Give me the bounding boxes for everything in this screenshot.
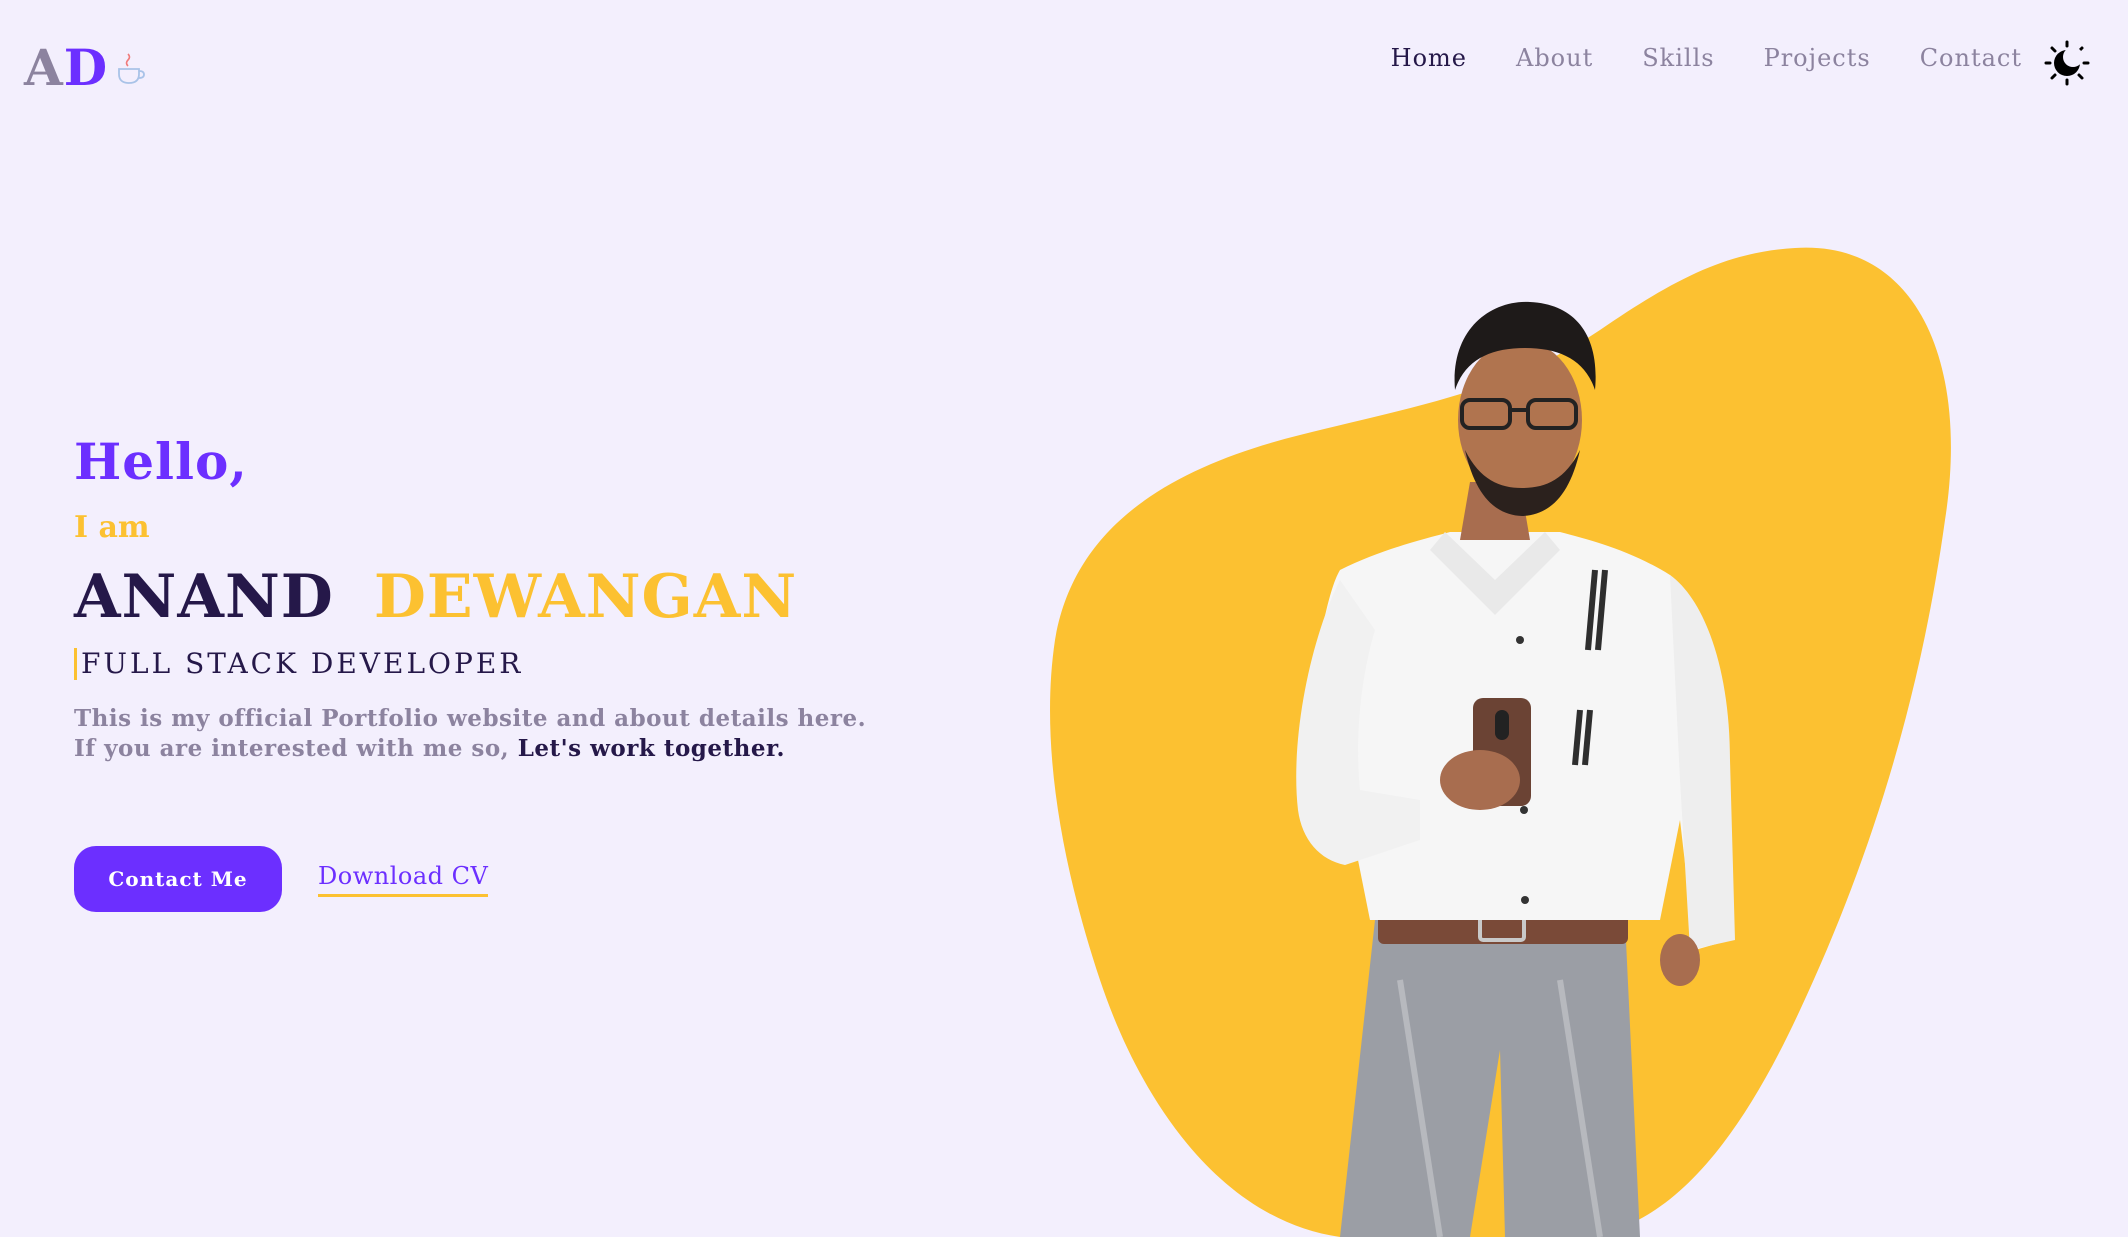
hero-description: This is my official Portfolio website an…: [74, 704, 866, 764]
hero-desc-cta: Let's work together.: [517, 735, 786, 762]
nav-skills[interactable]: Skills: [1642, 44, 1714, 72]
site-logo[interactable]: A D: [24, 36, 146, 99]
portfolio-page: A D Home About Skills Projects Contact H…: [0, 0, 2128, 1237]
hero-portrait-image: [1040, 220, 2000, 1237]
hero-last-name: DEWANGAN: [373, 562, 798, 632]
logo-letter-a: A: [24, 38, 64, 97]
nav-home[interactable]: Home: [1391, 44, 1467, 72]
theme-toggle-moon-icon[interactable]: [2044, 40, 2090, 86]
hero-desc-line2-text: If you are interested with me so,: [74, 735, 518, 762]
hero-desc-line2: If you are interested with me so, Let's …: [74, 734, 866, 764]
hero-greeting: Hello,: [74, 432, 248, 491]
nav-projects[interactable]: Projects: [1764, 44, 1871, 72]
hero-desc-line1: This is my official Portfolio website an…: [74, 705, 867, 732]
hero-intro: I am: [74, 510, 150, 545]
main-nav: Home About Skills Projects Contact: [1391, 44, 2022, 72]
nav-about[interactable]: About: [1516, 44, 1593, 72]
coffee-cup-icon: [116, 40, 146, 99]
hero-name: ANAND DEWANGAN: [74, 562, 797, 632]
hero-first-name: ANAND: [74, 562, 334, 632]
hero-role: FULL STACK DEVELOPER: [74, 648, 523, 680]
logo-letter-d: D: [63, 38, 109, 97]
nav-contact[interactable]: Contact: [1920, 44, 2022, 72]
download-cv-link[interactable]: Download CV: [318, 862, 489, 897]
contact-me-button[interactable]: Contact Me: [74, 846, 282, 912]
